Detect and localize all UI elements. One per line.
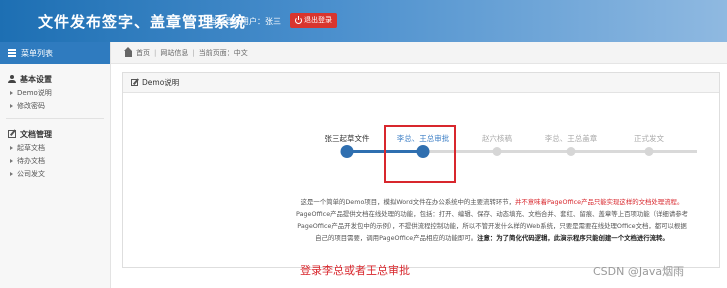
breadcrumb-current: 当前页面：中文 xyxy=(198,48,248,57)
current-user-label: 当前登录用户：张三 xyxy=(209,17,281,26)
step-label-4: 李总、王总盖章 xyxy=(544,134,598,143)
caret-right-icon xyxy=(10,145,13,150)
step-track-pending xyxy=(423,150,697,153)
breadcrumb-item[interactable]: 网站信息 xyxy=(160,48,188,58)
caret-right-icon xyxy=(10,90,13,95)
step-dot-5 xyxy=(644,147,654,156)
breadcrumb-separator: | xyxy=(192,48,195,57)
sidebar-item-demo[interactable]: Demo说明 xyxy=(0,86,110,99)
step-label-1: 张三起草文件 xyxy=(324,134,370,143)
sidebar-heading: 菜单列表 xyxy=(21,48,53,58)
sidebar-item-label: Demo说明 xyxy=(17,88,52,97)
sidebar-item-label: 公司发文 xyxy=(17,169,45,178)
sidebar-section-basic: 基本设置 Demo说明 修改密码 xyxy=(0,72,110,119)
current-step-highlight xyxy=(384,125,456,183)
user-icon xyxy=(8,75,16,83)
desc-line-1: 这是一个简单的Demo项目，模拟Word文件在办公系统中的主要流转环节，并不意味… xyxy=(272,196,712,208)
desc-note-text: 注意：为了简化代码逻辑，此演示程序只能创建一个文档进行流转。 xyxy=(477,234,669,242)
step-dot-1 xyxy=(340,145,354,158)
step-label-3: 赵六核稿 xyxy=(482,134,512,143)
sidebar-section-docs: 文档管理 起草文档 待办文档 公司发文 xyxy=(0,127,110,180)
sidebar: 菜单列表 基本设置 Demo说明 修改密码 文档管理 起草文档 待办文档 公司发… xyxy=(0,42,111,288)
menu-icon xyxy=(8,49,16,57)
caret-right-icon xyxy=(10,171,13,176)
sidebar-item-label: 待办文档 xyxy=(17,156,45,165)
power-icon xyxy=(295,15,302,24)
sidebar-item-todo[interactable]: 待办文档 xyxy=(0,154,110,167)
home-icon xyxy=(124,46,132,57)
desc-warning-text: 并不意味着PageOffice产品只能实现这样的文档处理流程。 xyxy=(515,198,684,206)
sidebar-section-title[interactable]: 文档管理 xyxy=(0,127,110,141)
step-label-5: 正式发文 xyxy=(634,134,664,143)
desc-text: 这是一个简单的Demo项目，模拟Word文件在办公系统中的主要流转环节， xyxy=(300,198,516,206)
app-window: 文件发布签字、盖章管理系统 当前登录用户：张三 退出登录 菜单列表 基本设置 D… xyxy=(0,0,727,288)
top-header: 文件发布签字、盖章管理系统 当前登录用户：张三 退出登录 xyxy=(0,0,727,42)
sidebar-header: 菜单列表 xyxy=(0,42,110,64)
caret-right-icon xyxy=(10,158,13,163)
breadcrumb-home[interactable]: 首页 xyxy=(136,48,150,58)
logout-label: 退出登录 xyxy=(304,16,332,24)
edit-icon xyxy=(8,130,16,138)
desc-line-4: 自己的项目需要，调用PageOffice产品相应的功能即可。注意：为了简化代码逻… xyxy=(272,232,712,244)
desc-line-2: PageOffice产品提供文档在线处理的功能，包括：打开、编辑、保存、动态填充… xyxy=(296,210,688,218)
sidebar-section-title[interactable]: 基本设置 xyxy=(0,72,110,86)
section-title-text: 基本设置 xyxy=(20,74,52,84)
breadcrumb-separator: | xyxy=(154,48,157,57)
sidebar-item-publish[interactable]: 公司发文 xyxy=(0,167,110,180)
demo-description: 这是一个简单的Demo项目，模拟Word文件在办公系统中的主要流转环节，并不意味… xyxy=(272,196,712,244)
divider xyxy=(6,118,104,119)
step-dot-4 xyxy=(566,147,576,156)
breadcrumb: 首页 | 网站信息 | 当前页面：中文 xyxy=(111,42,727,64)
annotation-text: 登录李总或者王总审批 xyxy=(300,264,410,277)
sidebar-item-draft[interactable]: 起草文档 xyxy=(0,141,110,154)
watermark: CSDN @Java烟雨 xyxy=(593,265,685,278)
desc-line-3: PageOffice产品开发包中的示例），不提供流程控制功能，所以不管开发什么样… xyxy=(297,222,687,230)
desc-text: 自己的项目需要，调用PageOffice产品相应的功能即可。 xyxy=(315,234,478,242)
caret-right-icon xyxy=(10,103,13,108)
sidebar-item-password[interactable]: 修改密码 xyxy=(0,99,110,112)
sidebar-item-label: 修改密码 xyxy=(17,101,45,110)
workflow-steps: 张三起草文件 李总、王总审批 赵六核稿 李总、王总盖章 正式发文 xyxy=(123,73,719,183)
section-title-text: 文档管理 xyxy=(20,129,52,139)
sidebar-item-label: 起草文档 xyxy=(17,143,45,152)
step-dot-3 xyxy=(492,147,502,156)
logout-button[interactable]: 退出登录 xyxy=(290,13,337,28)
